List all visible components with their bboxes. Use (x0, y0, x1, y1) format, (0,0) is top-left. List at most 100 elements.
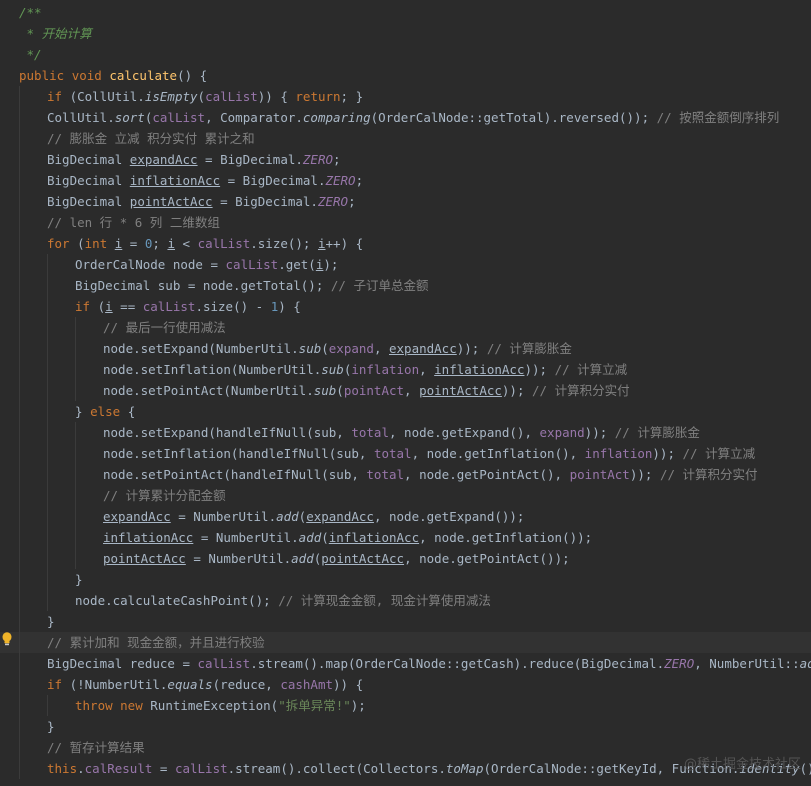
code-token: sub (298, 341, 322, 356)
code-line[interactable]: inflationAcc = NumberUtil.add(inflationA… (0, 527, 811, 548)
code-token: expandAcc (129, 152, 198, 167)
code-token: add (799, 656, 811, 671)
code-text: pointActAcc = NumberUtil.add(pointActAcc… (103, 548, 570, 569)
code-line[interactable]: node.calculateCashPoint(); // 计算现金金额, 现金… (0, 590, 811, 611)
code-token: ())); (799, 761, 811, 776)
code-line[interactable]: BigDecimal expandAcc = BigDecimal.ZERO; (0, 149, 811, 170)
code-line[interactable]: node.setPointAct(handleIfNull(sub, total… (0, 464, 811, 485)
lightbulb-icon[interactable] (0, 631, 14, 647)
code-token: = (152, 761, 175, 776)
code-token: // 计算立减 (682, 446, 756, 461)
code-token: calList (205, 89, 258, 104)
code-token: (CollUtil. (69, 89, 145, 104)
code-token: , (404, 383, 420, 398)
indent-guide (19, 611, 20, 632)
code-token: calList (197, 656, 251, 671)
code-editor[interactable]: /** * 开始计算 */public void calculate() {if… (0, 0, 811, 786)
code-line[interactable]: expandAcc = NumberUtil.add(expandAcc, no… (0, 506, 811, 527)
indent-guide (19, 506, 20, 527)
code-token: void (71, 68, 110, 83)
indent-guide (47, 506, 48, 527)
code-line[interactable]: } (0, 716, 811, 737)
code-token: add (298, 530, 322, 545)
code-token: // 计算膨胀金 (486, 341, 572, 356)
code-token: // 子订单总金额 (330, 278, 429, 293)
indent-guide (47, 401, 48, 422)
code-line[interactable]: // 累计加和 现金金额，并且进行校验 (0, 632, 811, 653)
code-token: comparing (302, 110, 371, 125)
code-text: for (int i = 0; i < calList.size(); i++)… (47, 233, 363, 254)
code-line[interactable]: node.setInflation(handleIfNull(sub, tota… (0, 443, 811, 464)
code-line[interactable]: throw new RuntimeException("拆单异常!"); (0, 695, 811, 716)
code-line[interactable]: node.setPointAct(NumberUtil.sub(pointAct… (0, 380, 811, 401)
code-token: BigDecimal (47, 152, 130, 167)
indent-guide (19, 170, 20, 191)
code-line[interactable]: * 开始计算 (0, 23, 811, 44)
code-line[interactable]: BigDecimal pointActAcc = BigDecimal.ZERO… (0, 191, 811, 212)
code-token: calList (152, 110, 206, 125)
code-token: , node.getInflation()); (419, 530, 593, 545)
code-token: = BigDecimal. (212, 194, 318, 209)
code-token: sub (313, 383, 337, 398)
code-line[interactable]: // 最后一行使用减法 (0, 317, 811, 338)
code-text: BigDecimal sub = node.getTotal(); // 子订单… (75, 275, 428, 296)
indent-guide (47, 338, 48, 359)
code-line[interactable]: // 膨胀金 立减 积分实付 累计之和 (0, 128, 811, 149)
code-line[interactable]: if (!NumberUtil.equals(reduce, cashAmt))… (0, 674, 811, 695)
code-line[interactable]: pointActAcc = NumberUtil.add(pointActAcc… (0, 548, 811, 569)
code-token: , node.getPointAct(), (404, 467, 570, 482)
code-token: i (105, 299, 113, 314)
indent-guide (47, 275, 48, 296)
code-token: = BigDecimal. (197, 152, 303, 167)
code-line[interactable]: // 计算累计分配金额 (0, 485, 811, 506)
code-line[interactable]: public void calculate() { (0, 65, 811, 86)
code-line[interactable]: if (CollUtil.isEmpty(calList)) { return;… (0, 86, 811, 107)
indent-guide (19, 254, 20, 275)
code-token: , node.getExpand(), (389, 425, 540, 440)
code-line[interactable]: BigDecimal sub = node.getTotal(); // 子订单… (0, 275, 811, 296)
code-token: inflation (351, 362, 420, 377)
code-token: // 暂存计算结果 (47, 740, 145, 755)
code-token: calResult (84, 761, 153, 776)
code-token: pointAct (343, 383, 405, 398)
code-text: if (!NumberUtil.equals(reduce, cashAmt))… (47, 674, 363, 695)
code-line[interactable]: BigDecimal reduce = calList.stream().map… (0, 653, 811, 674)
code-text: BigDecimal pointActAcc = BigDecimal.ZERO… (47, 191, 356, 212)
code-text: inflationAcc = NumberUtil.add(inflationA… (103, 527, 592, 548)
code-line[interactable]: node.setInflation(NumberUtil.sub(inflati… (0, 359, 811, 380)
code-line[interactable]: } (0, 611, 811, 632)
code-line[interactable]: node.setExpand(handleIfNull(sub, total, … (0, 422, 811, 443)
code-token: .get( (278, 257, 316, 272)
code-line[interactable]: OrderCalNode node = calList.get(i); (0, 254, 811, 275)
code-line[interactable]: } else { (0, 401, 811, 422)
code-line[interactable]: CollUtil.sort(calList, Comparator.compar… (0, 107, 811, 128)
code-token: ZERO (317, 194, 349, 209)
indent-guide (75, 527, 76, 548)
code-line[interactable]: node.setExpand(NumberUtil.sub(expand, ex… (0, 338, 811, 359)
indent-guide (47, 380, 48, 401)
indent-guide (19, 758, 20, 779)
code-token: .stream().collect(Collectors. (227, 761, 446, 776)
indent-guide (47, 569, 48, 590)
code-line[interactable]: // len 行 * 6 列 二维数组 (0, 212, 811, 233)
code-token: calList (174, 761, 228, 776)
code-line[interactable]: if (i == calList.size() - 1) { (0, 296, 811, 317)
code-text: if (i == calList.size() - 1) { (75, 296, 301, 317)
code-text: // 暂存计算结果 (47, 737, 145, 758)
code-token: == (112, 299, 143, 314)
code-token: inflationAcc (129, 173, 221, 188)
code-token: .stream().map(OrderCalNode::getCash).red… (250, 656, 665, 671)
code-line[interactable]: */ (0, 44, 811, 65)
code-token: BigDecimal (47, 194, 130, 209)
code-text: public void calculate() { (19, 65, 207, 86)
indent-guide (47, 443, 48, 464)
code-line[interactable]: BigDecimal inflationAcc = BigDecimal.ZER… (0, 170, 811, 191)
code-line[interactable]: } (0, 569, 811, 590)
indent-guide (47, 254, 48, 275)
code-token: inflation (584, 446, 653, 461)
code-token: = BigDecimal. (220, 173, 326, 188)
code-text: OrderCalNode node = calList.get(i); (75, 254, 338, 275)
code-line[interactable]: /** (0, 2, 811, 23)
code-line[interactable]: for (int i = 0; i < calList.size(); i++)… (0, 233, 811, 254)
code-token: expand (328, 341, 374, 356)
